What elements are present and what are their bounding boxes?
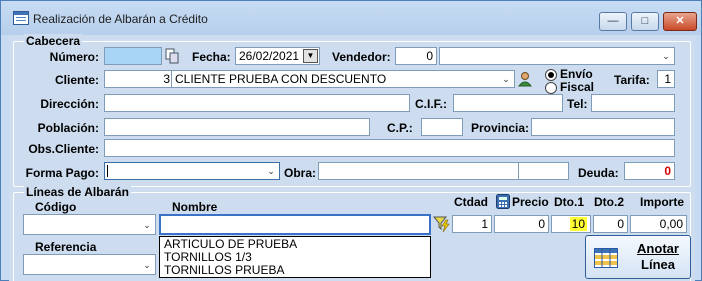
tarifa-input[interactable]: 1 <box>657 70 675 88</box>
forma-pago-label: Forma Pago: <box>25 166 99 180</box>
fiscal-label: Fiscal <box>560 80 595 94</box>
fecha-label: Fecha: <box>192 50 231 64</box>
linea-label: Línea <box>641 257 675 272</box>
tarifa-label: Tarifa: <box>614 73 650 87</box>
cliente-code-input[interactable]: 3 <box>104 70 174 88</box>
text-cursor <box>107 165 108 177</box>
cif-input[interactable] <box>453 94 563 112</box>
vendedor-label: Vendedor: <box>332 50 391 64</box>
direccion-input[interactable] <box>104 94 410 112</box>
poblacion-label: Población: <box>37 121 99 135</box>
copy-icon[interactable] <box>165 48 179 64</box>
chevron-down-icon[interactable]: ⌄ <box>140 258 154 272</box>
referencia-select[interactable]: ⌄ <box>23 254 156 275</box>
obs-cliente-input[interactable] <box>104 139 675 157</box>
precio-label: Precio <box>512 195 549 209</box>
dto1-label: Dto.1 <box>554 195 584 209</box>
client-person-icon[interactable] <box>517 71 533 87</box>
fiscal-radio[interactable] <box>545 82 557 94</box>
fecha-value: 26/02/2021 <box>239 49 300 63</box>
referencia-label: Referencia <box>35 240 97 254</box>
nombre-suggestion-list: ARTICULO DE PRUEBA TORNILLOS 1/3 TORNILL… <box>159 236 431 278</box>
tel-input[interactable] <box>591 94 675 112</box>
maximize-button[interactable]: □ <box>631 12 659 31</box>
direccion-label: Dirección: <box>40 97 99 111</box>
window-title: Realización de Albarán a Crédito <box>33 12 208 26</box>
ctdad-label: Ctdad <box>454 195 488 209</box>
chevron-down-icon[interactable]: ▼ <box>303 49 318 63</box>
dto2-input[interactable]: 0 <box>593 215 628 233</box>
cabecera-legend: Cabecera <box>24 34 83 48</box>
obra-extra-input[interactable] <box>518 162 569 180</box>
poblacion-input[interactable] <box>104 118 370 136</box>
close-button[interactable]: ✕ <box>663 12 697 31</box>
anotar-linea-button[interactable]: Anotar Línea <box>585 235 691 279</box>
dto2-label: Dto.2 <box>594 195 624 209</box>
dto1-field[interactable]: 10 <box>551 215 591 233</box>
anotar-label: Anotar <box>637 241 679 256</box>
dto1-value: 10 <box>569 217 587 231</box>
window-app-icon <box>13 11 29 25</box>
numero-label: Número: <box>49 50 99 64</box>
obs-cliente-label: Obs.Cliente: <box>28 142 99 156</box>
chevron-down-icon[interactable]: ⌄ <box>140 218 154 232</box>
cp-label: C.P.: <box>387 121 413 135</box>
numero-input[interactable] <box>104 47 162 65</box>
deuda-value: 0 <box>624 162 675 180</box>
form-client-area: Cabecera Número: Fecha: 26/02/2021 ▼ Ven… <box>9 34 695 281</box>
provincia-label: Provincia: <box>471 121 530 135</box>
fecha-date-picker[interactable]: 26/02/2021 ▼ <box>235 47 320 65</box>
chevron-down-icon[interactable]: ⌄ <box>499 72 513 86</box>
cliente-select[interactable]: CLIENTE PRUEBA CON DESCUENTO ⌄ <box>171 70 515 88</box>
obra-label: Obra: <box>284 166 317 180</box>
table-grid-icon <box>594 248 618 268</box>
calculator-icon[interactable] <box>496 194 510 209</box>
cp-input[interactable] <box>421 118 463 136</box>
tel-label: Tel: <box>567 97 588 111</box>
envio-label: Envío <box>560 67 593 81</box>
cif-label: C.I.F.: <box>415 97 447 111</box>
vendedor-select[interactable]: ⌄ <box>439 47 675 65</box>
provincia-input[interactable] <box>531 118 675 136</box>
codigo-select[interactable]: ⌄ <box>23 214 156 235</box>
ctdad-input[interactable]: 1 <box>452 215 492 233</box>
importe-label: Importe <box>640 195 685 209</box>
main-window: Realización de Albarán a Crédito — □ ✕ C… <box>0 0 702 281</box>
nombre-label: Nombre <box>172 200 218 214</box>
nombre-input[interactable] <box>159 214 431 235</box>
suggestion-item[interactable]: TORNILLOS PRUEBA <box>164 264 426 277</box>
envio-radio[interactable] <box>545 69 557 81</box>
forma-pago-select[interactable]: ⌄ <box>104 162 280 180</box>
minimize-button[interactable]: — <box>599 12 627 31</box>
importe-value: 0,00 <box>630 215 687 233</box>
title-bar: Realización de Albarán a Crédito — □ ✕ <box>1 1 701 35</box>
cliente-name: CLIENTE PRUEBA CON DESCUENTO <box>175 72 387 86</box>
chevron-down-icon[interactable]: ⌄ <box>264 164 278 178</box>
lineas-legend: Líneas de Albarán <box>24 185 131 199</box>
cliente-label: Cliente: <box>54 73 99 87</box>
chevron-down-icon[interactable]: ⌄ <box>659 49 673 63</box>
filter-lightning-icon[interactable] <box>432 215 451 233</box>
codigo-label: Código <box>35 200 77 214</box>
deuda-label: Deuda: <box>578 166 619 180</box>
precio-input[interactable]: 0 <box>494 215 549 233</box>
vendedor-code-input[interactable]: 0 <box>395 47 437 65</box>
obra-input[interactable] <box>318 162 520 180</box>
